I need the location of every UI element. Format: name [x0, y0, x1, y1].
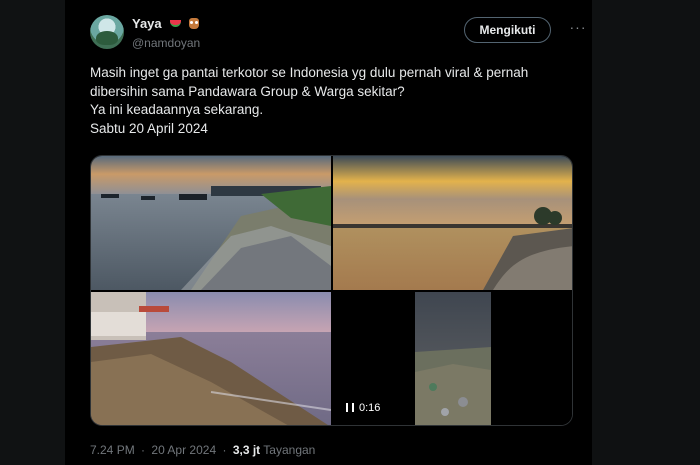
- meta-separator: ·: [141, 443, 146, 457]
- video-duration-badge[interactable]: 0:16: [341, 399, 386, 417]
- owl-icon: [188, 18, 199, 30]
- tweet-header: Yaya @namdoyan Mengikuti ···: [90, 12, 586, 56]
- views-label: Tayangan: [263, 443, 316, 457]
- video-duration: 0:16: [359, 402, 381, 414]
- avatar[interactable]: [90, 15, 124, 49]
- tweet-date[interactable]: 20 Apr 2024: [151, 443, 216, 457]
- meta-separator: ·: [222, 443, 227, 457]
- tweet-time[interactable]: 7.24 PM: [90, 443, 135, 457]
- more-options-icon[interactable]: ···: [568, 18, 588, 40]
- tweet-line: dibersihin sama Pandawara Group & Warga …: [90, 83, 405, 99]
- photo-trash-beach[interactable]: [91, 292, 331, 425]
- photo-beach-sunset[interactable]: [91, 156, 331, 290]
- screen: Yaya @namdoyan Mengikuti ··· Masih inget…: [0, 0, 700, 465]
- follow-button[interactable]: Mengikuti: [464, 17, 551, 43]
- watermelon-icon: [170, 20, 182, 28]
- display-name[interactable]: Yaya: [132, 16, 162, 31]
- pause-icon[interactable]: [346, 403, 354, 412]
- photo-beach-sunset-image: [91, 156, 331, 290]
- right-gutter: [592, 0, 700, 465]
- photo-trash-beach-image: [91, 292, 331, 425]
- views-count: 3,3 jt: [232, 443, 261, 457]
- user-handle[interactable]: @namdoyan: [132, 36, 200, 50]
- tweet-meta: 7.24 PM · 20 Apr 2024 · 3,3 jt Tayangan: [90, 443, 315, 457]
- tweet-text: Masih inget ga pantai terkotor se Indone…: [90, 64, 580, 138]
- tweet-line: Sabtu 20 April 2024: [90, 120, 208, 136]
- tweet-line: Masih inget ga pantai terkotor se Indone…: [90, 65, 529, 80]
- left-gutter: [0, 0, 65, 465]
- tweet-card: Yaya @namdoyan Mengikuti ··· Masih inget…: [76, 0, 586, 465]
- video-player[interactable]: 0:16: [333, 292, 572, 425]
- media-grid: 0:16: [90, 155, 573, 426]
- author-info: Yaya @namdoyan: [132, 15, 200, 50]
- tweet-line: Ya ini keadaannya sekarang.: [90, 102, 264, 117]
- photo-golden-shore[interactable]: [333, 156, 572, 290]
- photo-golden-shore-image: [333, 156, 572, 290]
